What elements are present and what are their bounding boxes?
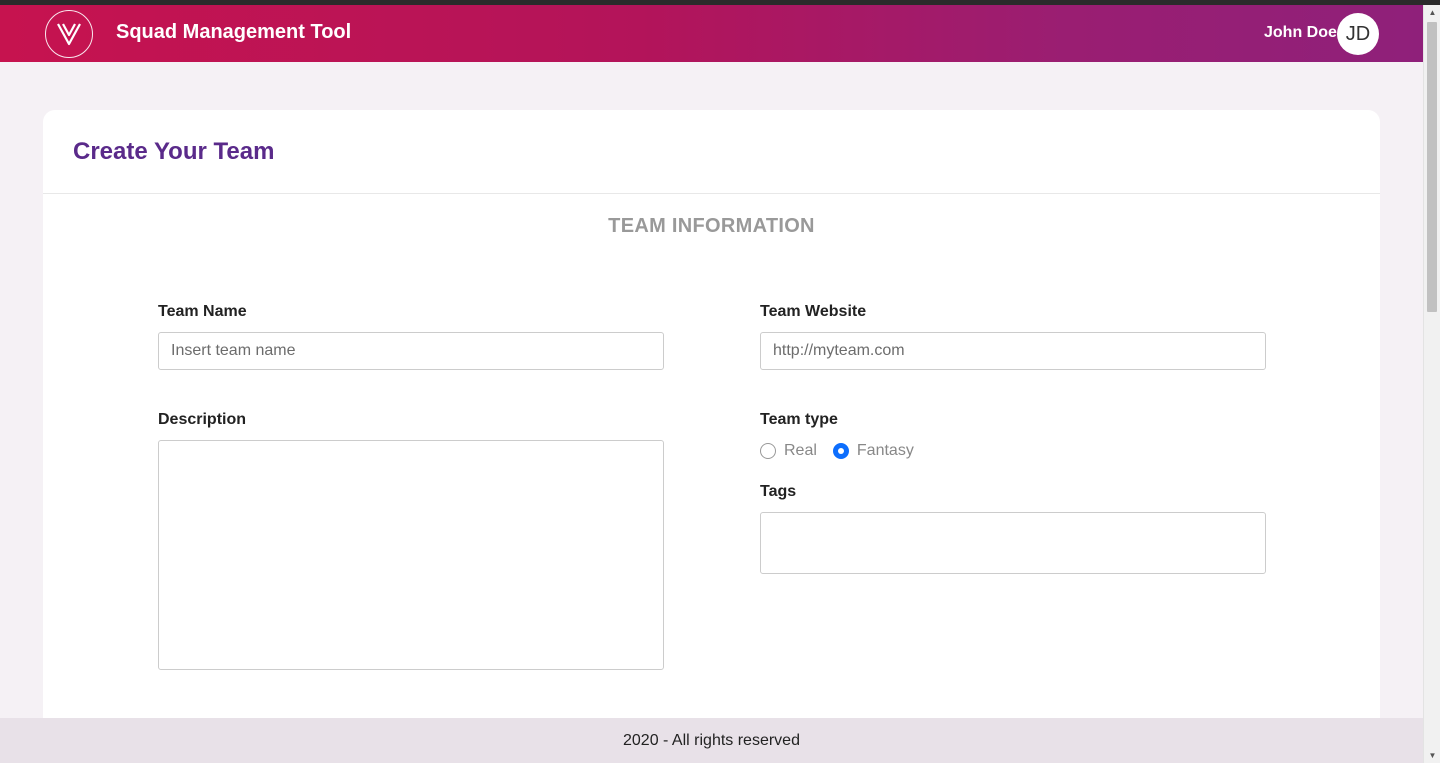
avatar[interactable]: JD	[1337, 13, 1379, 55]
user-name[interactable]: John Doe	[1264, 24, 1337, 42]
team-name-label: Team Name	[158, 303, 247, 320]
radio-fantasy[interactable]	[832, 443, 849, 459]
footer-text: 2020 - All rights reserved	[623, 731, 800, 749]
section-title: TEAM INFORMATION	[608, 215, 815, 237]
app-header: Squad Management Tool John Doe JD	[0, 5, 1423, 62]
team-type-label: Team type	[760, 411, 838, 428]
scroll-thumb[interactable]	[1427, 22, 1437, 312]
team-website-input[interactable]	[760, 332, 1266, 370]
team-type-option-real[interactable]: Real	[760, 442, 817, 460]
team-name-input[interactable]	[158, 332, 664, 370]
create-team-card: Create Your Team TEAM INFORMATION Team N…	[43, 110, 1380, 750]
footer: 2020 - All rights reserved	[0, 718, 1423, 763]
team-type-option-fantasy[interactable]: Fantasy	[832, 442, 914, 460]
team-type-radio-group: Real Fantasy	[760, 442, 930, 460]
team-website-label: Team Website	[760, 303, 867, 320]
page-title: Create Your Team	[73, 137, 275, 165]
description-textarea[interactable]	[158, 440, 664, 670]
page-scrollbar[interactable]: ▲ ▼	[1423, 5, 1440, 763]
card-header: Create Your Team	[43, 110, 1380, 194]
description-label: Description	[158, 411, 247, 428]
radio-real[interactable]	[760, 443, 776, 459]
radio-real-label: Real	[784, 442, 817, 459]
app-title: Squad Management Tool	[116, 21, 352, 43]
tags-label: Tags	[760, 483, 797, 500]
v-logo-icon[interactable]	[45, 10, 93, 58]
scroll-up-arrow-icon[interactable]: ▲	[1424, 5, 1440, 20]
tags-input[interactable]	[760, 512, 1266, 574]
radio-fantasy-label: Fantasy	[856, 442, 914, 459]
scroll-down-arrow-icon[interactable]: ▼	[1424, 748, 1440, 763]
